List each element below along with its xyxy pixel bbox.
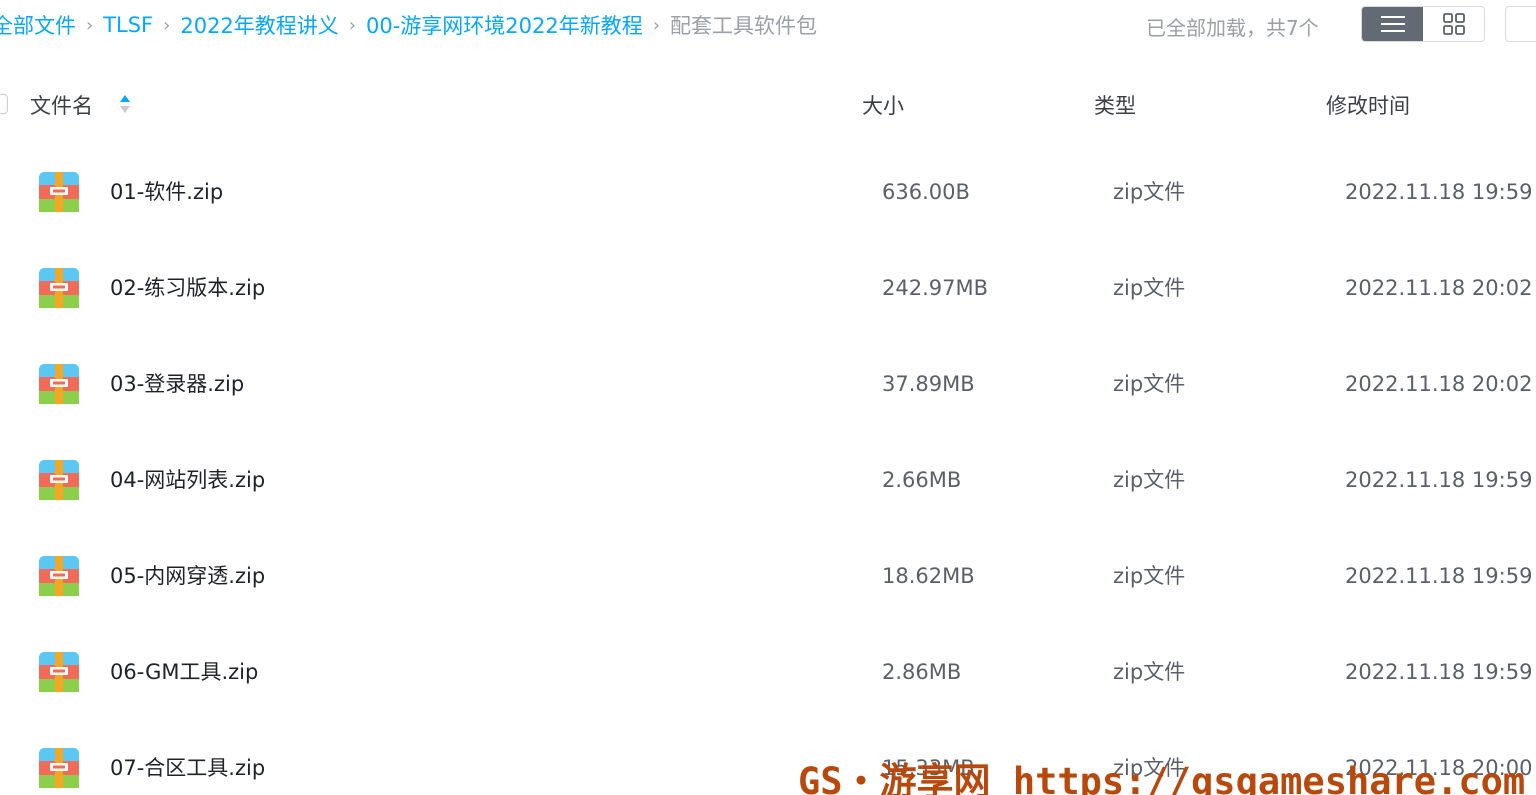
file-modified-time: 2022.11.18 20:02 [1345,276,1533,300]
file-size: 242.97MB [882,276,989,300]
file-modified-time: 2022.11.18 19:59 [1345,180,1533,204]
file-type: zip文件 [1113,180,1186,204]
file-row[interactable]: 04-网站列表.zip 2.66MB zip文件 2022.11.18 19:59 [0,432,1536,528]
file-name[interactable]: 01-软件.zip [110,180,223,204]
more-options-button[interactable] [1505,6,1536,42]
chevron-right-icon: › [86,14,94,36]
zip-archive-icon [39,748,79,788]
file-name[interactable]: 04-网站列表.zip [110,468,265,492]
file-size: 636.00B [882,180,970,204]
zip-archive-icon [39,460,79,500]
list-view-button[interactable] [1362,7,1423,41]
file-row[interactable]: 01-软件.zip 636.00B zip文件 2022.11.18 19:59 [0,144,1536,240]
file-type: zip文件 [1113,564,1186,588]
column-header-type[interactable]: 类型 [1094,90,1136,120]
zip-archive-icon [39,268,79,308]
file-type: zip文件 [1113,276,1186,300]
file-size: 2.66MB [882,468,962,492]
file-name[interactable]: 06-GM工具.zip [110,660,258,684]
file-row[interactable]: 05-内网穿透.zip 18.62MB zip文件 2022.11.18 19:59 [0,528,1536,624]
sort-ascending-icon[interactable] [118,92,132,116]
select-all-checkbox[interactable] [0,94,8,114]
watermark-text: GS・游享网 https://gsgameshare.com [798,760,1526,795]
breadcrumb-item-env-tutorial[interactable]: 00-游享网环境2022年新教程 [366,10,643,40]
file-modified-time: 2022.11.18 19:59 [1345,660,1533,684]
breadcrumb-item-tlsf[interactable]: TLSF [103,13,153,37]
chevron-right-icon: › [163,14,171,36]
zip-archive-icon [39,364,79,404]
column-header-name[interactable]: 文件名 [30,90,93,120]
load-status-text: 已全部加载，共7个 [1146,16,1319,40]
breadcrumb-item-2022-notes[interactable]: 2022年教程讲义 [180,10,338,40]
file-size: 37.89MB [882,372,975,396]
zip-archive-icon [39,652,79,692]
table-header: 文件名 大小 类型 修改时间 [0,84,1536,124]
file-type: zip文件 [1113,468,1186,492]
file-name[interactable]: 03-登录器.zip [110,372,244,396]
grid-view-icon [1442,13,1465,35]
column-header-size[interactable]: 大小 [862,90,904,120]
file-row[interactable]: 03-登录器.zip 37.89MB zip文件 2022.11.18 20:02 [0,336,1536,432]
breadcrumb-item-all-files[interactable]: 全部文件 [0,10,76,40]
breadcrumb-current-folder: 配套工具软件包 [669,14,817,38]
file-name[interactable]: 05-内网穿透.zip [110,564,265,588]
column-header-modified[interactable]: 修改时间 [1326,90,1410,120]
file-row[interactable]: 02-练习版本.zip 242.97MB zip文件 2022.11.18 20:02 [0,240,1536,336]
file-name[interactable]: 07-合区工具.zip [110,756,265,780]
view-toggle [1361,6,1485,42]
file-row[interactable]: 06-GM工具.zip 2.86MB zip文件 2022.11.18 19:59 [0,624,1536,720]
breadcrumb: 全部文件 › TLSF › 2022年教程讲义 › 00-游享网环境2022年新… [0,8,817,42]
file-modified-time: 2022.11.18 19:59 [1345,564,1533,588]
grid-view-button[interactable] [1423,7,1484,41]
file-name[interactable]: 02-练习版本.zip [110,276,265,300]
file-type: zip文件 [1113,660,1186,684]
file-browser: 全部文件 › TLSF › 2022年教程讲义 › 00-游享网环境2022年新… [0,0,1536,795]
file-modified-time: 2022.11.18 19:59 [1345,468,1533,492]
zip-archive-icon [39,172,79,212]
zip-archive-icon [39,556,79,596]
file-type: zip文件 [1113,372,1186,396]
list-view-icon [1380,16,1405,32]
file-size: 18.62MB [882,564,975,588]
chevron-right-icon: › [348,14,356,36]
file-size: 2.86MB [882,660,962,684]
file-modified-time: 2022.11.18 20:02 [1345,372,1533,396]
chevron-right-icon: › [652,14,660,36]
